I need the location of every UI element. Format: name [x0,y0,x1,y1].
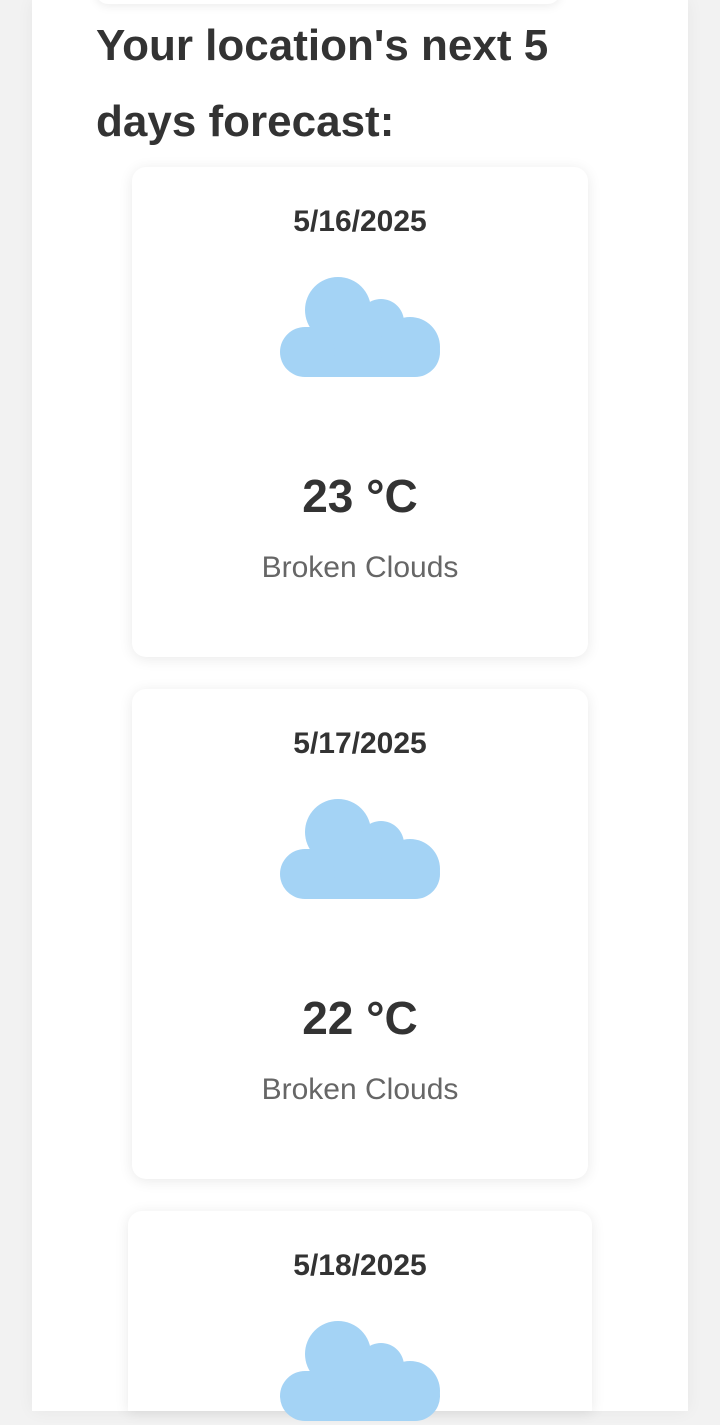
forecast-date: 5/16/2025 [293,205,427,238]
forecast-description: Broken Clouds [261,1073,459,1106]
forecast-date: 5/18/2025 [293,1249,427,1282]
forecast-card: 5/16/2025 23 °C Broken Clouds [132,167,588,657]
forecast-temperature: 23 °C [302,470,418,522]
cloud-icon [280,799,440,899]
forecast-temperature: 22 °C [302,992,418,1044]
forecast-description: Broken Clouds [261,551,459,584]
previous-card-edge [96,0,560,4]
forecast-card: 5/18/2025 [128,1211,592,1421]
forecast-card: 5/17/2025 22 °C Broken Clouds [132,689,588,1179]
cloud-icon [280,1321,440,1421]
cloud-icon [280,277,440,377]
forecast-date: 5/17/2025 [293,727,427,760]
forecast-section-title: Your location's next 5 days forecast: [96,21,549,146]
